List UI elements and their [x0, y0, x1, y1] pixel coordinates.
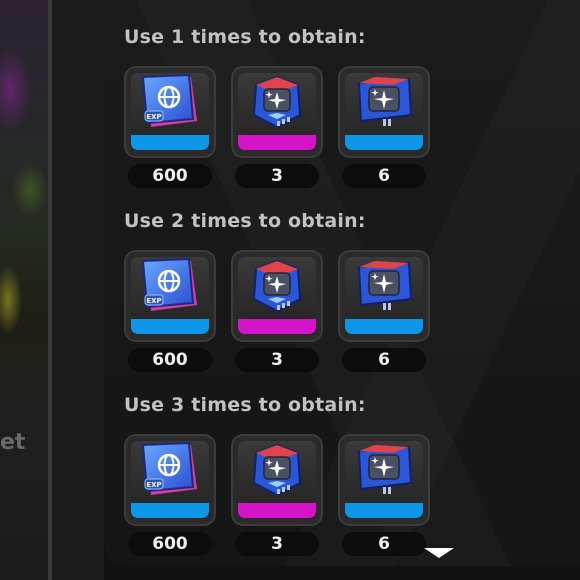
exp-book-icon: EXP: [141, 73, 197, 127]
blue-red-chip-icon: [252, 443, 302, 497]
svg-text:EXP: EXP: [146, 113, 161, 121]
item-card[interactable]: EXP: [124, 66, 216, 158]
rarity-stripe: [131, 503, 209, 518]
rarity-stripe: [238, 319, 316, 334]
section-title: Use 3 times to obtain:: [124, 394, 366, 416]
reward-preview-panel[interactable]: Use 1 times to obtain: EXP 600 3 6 Use 2…: [104, 0, 580, 566]
item-count: 3: [235, 164, 319, 188]
blue-red-chip-icon: [252, 259, 302, 313]
rarity-stripe: [345, 319, 423, 334]
red-blue-chip-icon: [357, 445, 413, 494]
section-title: Use 1 times to obtain:: [124, 26, 366, 48]
item-card[interactable]: [338, 434, 430, 526]
exp-book-icon: EXP: [141, 257, 197, 311]
red-blue-chip-icon: [357, 261, 413, 310]
background-text: et: [0, 430, 26, 455]
item-card[interactable]: EXP: [124, 434, 216, 526]
item-count: 600: [128, 164, 212, 188]
rarity-stripe: [131, 135, 209, 150]
exp-book-icon: EXP: [141, 441, 197, 495]
item-card[interactable]: EXP: [124, 250, 216, 342]
rarity-stripe: [238, 135, 316, 150]
rarity-stripe: [345, 503, 423, 518]
item-count: 6: [342, 348, 426, 372]
reward-section-1: Use 1 times to obtain: EXP 600 3 6: [124, 24, 444, 188]
svg-text:EXP: EXP: [146, 481, 161, 489]
item-count: 3: [235, 532, 319, 556]
rarity-stripe: [345, 135, 423, 150]
red-blue-chip-icon: [357, 77, 413, 126]
reward-items: EXP 600 3 6: [124, 234, 444, 372]
item-card[interactable]: [338, 66, 430, 158]
item-card[interactable]: [231, 250, 323, 342]
reward-items: EXP 600 3 6: [124, 418, 444, 556]
chevron-down-icon[interactable]: [422, 546, 456, 560]
item-card[interactable]: [231, 434, 323, 526]
rarity-stripe: [131, 319, 209, 334]
reward-section-2: Use 2 times to obtain: EXP 600 3 6: [124, 208, 444, 372]
svg-text:EXP: EXP: [146, 297, 161, 305]
background-game-scene: [0, 0, 48, 580]
rarity-stripe: [238, 503, 316, 518]
item-count: 6: [342, 532, 426, 556]
item-card[interactable]: [338, 250, 430, 342]
section-title: Use 2 times to obtain:: [124, 210, 366, 232]
reward-section-3: Use 3 times to obtain: EXP 600 3 6: [124, 392, 444, 556]
blue-red-chip-icon: [252, 75, 302, 129]
item-count: 6: [342, 164, 426, 188]
item-count: 600: [128, 532, 212, 556]
item-count: 600: [128, 348, 212, 372]
item-count: 3: [235, 348, 319, 372]
reward-items: EXP 600 3 6: [124, 50, 444, 188]
background-column: [52, 0, 104, 580]
item-card[interactable]: [231, 66, 323, 158]
